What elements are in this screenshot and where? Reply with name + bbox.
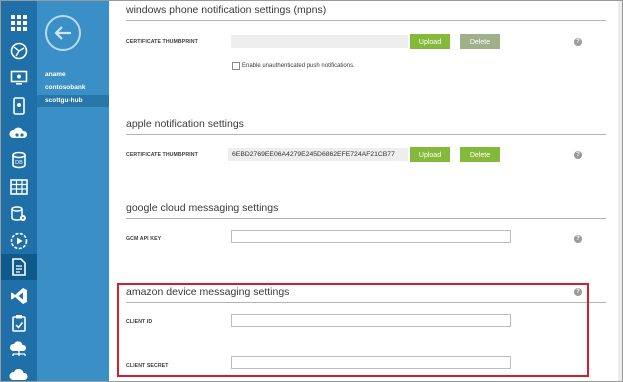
section-divider xyxy=(126,134,606,135)
cloud-gears-icon[interactable] xyxy=(8,122,30,144)
grid-icon[interactable] xyxy=(8,12,30,34)
section-divider xyxy=(126,20,606,21)
nav-item-contosobank[interactable]: contosobank xyxy=(37,82,109,94)
wp-delete-button[interactable]: Delete xyxy=(460,34,500,49)
client-secret-field[interactable] xyxy=(231,356,511,369)
arrow-left-icon xyxy=(54,26,71,40)
portal-window: DB aname contosobank scottgu-hub windows… xyxy=(0,0,623,382)
help-icon[interactable]: ? xyxy=(574,151,582,159)
hub-navigation: aname contosobank scottgu-hub xyxy=(37,1,109,381)
monitor-icon[interactable] xyxy=(8,67,30,89)
document-icon[interactable] xyxy=(1,254,37,280)
back-button[interactable] xyxy=(45,15,81,51)
apple-delete-button[interactable]: Delete xyxy=(460,147,500,162)
database-icon[interactable]: DB xyxy=(8,149,30,171)
database-gear-icon[interactable] xyxy=(8,203,30,225)
nav-item-scottgu-hub[interactable]: scottgu-hub xyxy=(37,95,109,107)
visual-studio-icon[interactable] xyxy=(8,285,30,307)
apple-upload-button[interactable]: Upload xyxy=(410,147,450,162)
nav-item-aname[interactable]: aname xyxy=(37,69,109,81)
mobile-icon[interactable] xyxy=(8,95,30,117)
unauthenticated-push-checkbox[interactable] xyxy=(232,62,240,70)
scrollbar[interactable] xyxy=(618,1,622,381)
globe-icon[interactable] xyxy=(8,40,30,62)
apple-certificate-label: CERTIFICATE THUMBPRINT xyxy=(126,152,198,158)
service-rail: DB xyxy=(1,1,37,381)
clipboard-icon[interactable] xyxy=(8,312,30,334)
gcm-api-key-field[interactable] xyxy=(231,230,511,243)
unauthenticated-push-label: Enable unauthenticated push notification… xyxy=(242,63,355,69)
gcm-api-key-label: GCM API KEY xyxy=(126,236,162,242)
amazon-section-title: amazon device messaging settings xyxy=(126,286,290,298)
client-id-label: CLIENT ID xyxy=(126,319,153,325)
network-cloud-icon[interactable] xyxy=(8,339,30,361)
wp-certificate-field[interactable] xyxy=(231,35,408,48)
wp-certificate-label: CERTIFICATE THUMBPRINT xyxy=(126,39,198,45)
cloud-icon[interactable] xyxy=(8,363,30,381)
table-icon[interactable] xyxy=(8,176,30,198)
help-icon[interactable]: ? xyxy=(574,235,582,243)
notification-settings-panel: windows phone notification settings (mpn… xyxy=(109,1,622,381)
client-secret-label: CLIENT SECRET xyxy=(126,363,169,369)
section-divider xyxy=(126,218,606,219)
google-section-title: google cloud messaging settings xyxy=(126,202,279,214)
help-icon[interactable]: ? xyxy=(574,38,582,46)
windows-phone-section-title: windows phone notification settings (mpn… xyxy=(126,4,327,16)
section-divider xyxy=(126,302,606,303)
client-id-field[interactable] xyxy=(231,314,511,327)
wp-upload-button[interactable]: Upload xyxy=(410,34,450,49)
help-icon[interactable]: ? xyxy=(574,288,582,296)
apple-certificate-field[interactable]: 6EBD2769EE06A4279E245D6862EFE724AF21CB77 xyxy=(228,148,408,161)
svg-text:DB: DB xyxy=(15,160,23,166)
play-icon[interactable] xyxy=(8,230,30,252)
apple-section-title: apple notification settings xyxy=(126,118,244,130)
